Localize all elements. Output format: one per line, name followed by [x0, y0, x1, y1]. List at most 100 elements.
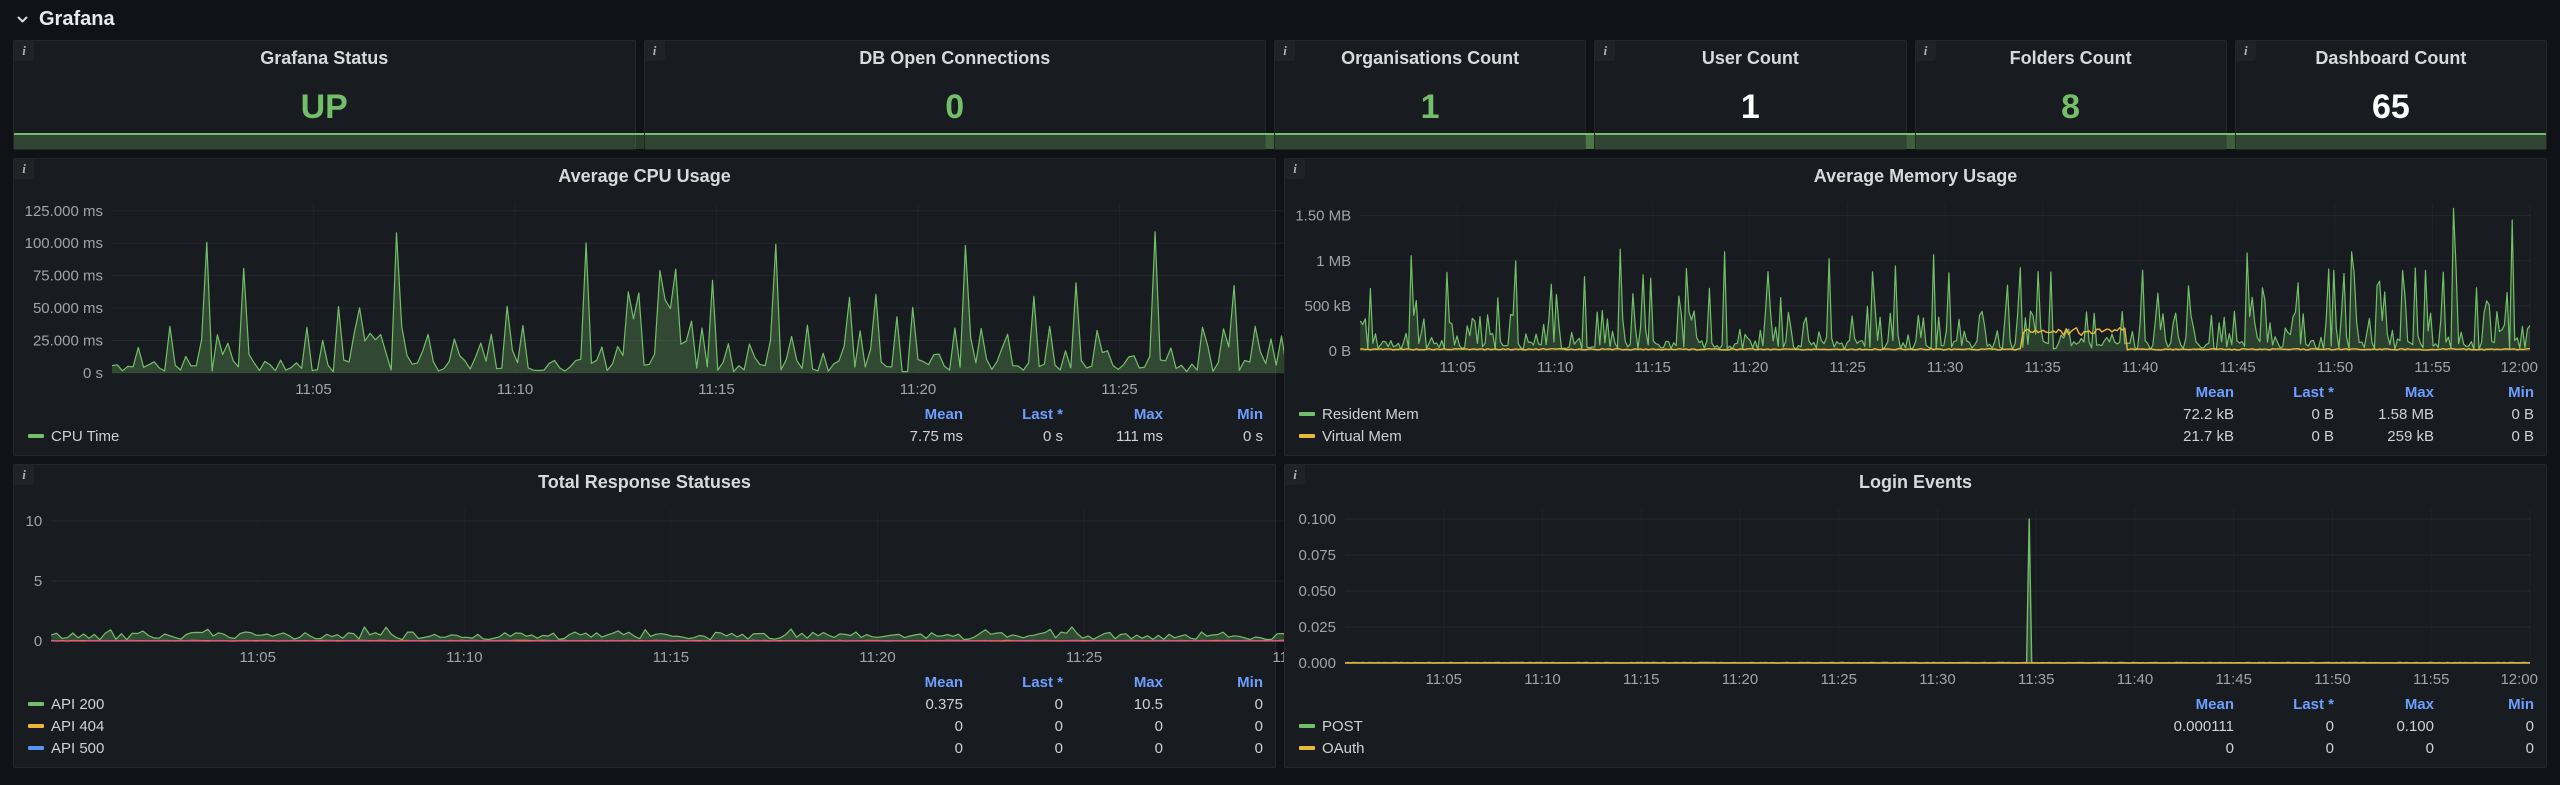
- legend-series-oauth[interactable]: OAuth: [1299, 740, 2134, 757]
- panel-info-icon[interactable]: i: [1285, 465, 1305, 485]
- panel-chart-total-response-statuses: iTotal Response Statuses051011:0511:1011…: [13, 464, 1276, 768]
- legend-series-name: POST: [1322, 718, 1363, 735]
- legend-stat-value: 0.100: [2334, 718, 2434, 735]
- legend-series-name: API 500: [51, 740, 104, 757]
- stat-body: 0: [645, 75, 1266, 149]
- legend-sort-max[interactable]: Max: [1063, 674, 1163, 691]
- legend-series-name: Virtual Mem: [1322, 428, 1402, 445]
- legend-series-cpu-time[interactable]: CPU Time: [28, 428, 863, 445]
- panel-info-icon[interactable]: i: [1916, 41, 1936, 61]
- panel-title-chart-total-response-statuses[interactable]: Total Response Statuses: [538, 472, 751, 493]
- svg-text:11:40: 11:40: [2117, 671, 2153, 688]
- legend-series-api-404[interactable]: API 404: [28, 718, 863, 735]
- svg-text:11:40: 11:40: [2122, 359, 2158, 376]
- panel-title-stat-organisations-count[interactable]: Organisations Count: [1341, 48, 1519, 69]
- svg-text:11:15: 11:15: [653, 649, 689, 666]
- chart-plot-login-events[interactable]: 0.0000.0250.0500.0750.10011:0511:1011:15…: [1285, 499, 2546, 693]
- panel-header: DB Open Connections: [645, 41, 1266, 75]
- legend-sort-last[interactable]: Last *: [2234, 696, 2334, 713]
- panel-header: Total Response Statuses: [14, 465, 1275, 499]
- legend-stat-value: 0.375: [863, 696, 963, 713]
- panel-header: Folders Count: [1916, 41, 2226, 75]
- legend-stat-value: 0 B: [2434, 406, 2534, 423]
- chart-body-login-events: 0.0000.0250.0500.0750.10011:0511:1011:15…: [1285, 499, 2546, 693]
- panel-info-icon[interactable]: i: [14, 41, 34, 61]
- svg-text:12:00: 12:00: [2500, 671, 2538, 688]
- chevron-down-icon: [15, 12, 30, 27]
- legend-series-name: CPU Time: [51, 428, 119, 445]
- legend-sort-max[interactable]: Max: [2334, 384, 2434, 401]
- stat-body: 65: [2236, 75, 2546, 149]
- svg-text:5: 5: [34, 573, 42, 590]
- svg-text:100.000 ms: 100.000 ms: [25, 235, 103, 252]
- legend-stat-value: 0 B: [2434, 428, 2534, 445]
- panel-info-icon[interactable]: i: [1595, 41, 1615, 61]
- legend-header-row: MeanLast *MaxMin: [28, 403, 1263, 425]
- legend-stat-value: 0: [1163, 696, 1263, 713]
- chart-plot-avg-memory-usage[interactable]: 0 B500 kB1 MB1.50 MB11:0511:1011:1511:20…: [1285, 193, 2546, 381]
- legend-stat-value: 0: [2334, 740, 2434, 757]
- dashboard-row-header[interactable]: Grafana: [13, 6, 2547, 32]
- panel-info-icon[interactable]: i: [14, 465, 34, 485]
- svg-text:11:05: 11:05: [1439, 359, 1475, 376]
- legend-sort-mean[interactable]: Mean: [2134, 384, 2234, 401]
- svg-text:11:05: 11:05: [295, 381, 331, 398]
- svg-text:11:25: 11:25: [1829, 359, 1865, 376]
- svg-text:25.000 ms: 25.000 ms: [33, 333, 103, 350]
- legend-sort-last[interactable]: Last *: [963, 406, 1063, 423]
- svg-text:11:50: 11:50: [2317, 359, 2353, 376]
- panel-header: Dashboard Count: [2236, 41, 2546, 75]
- legend-header-row: MeanLast *MaxMin: [1299, 381, 2534, 403]
- panel-title-stat-grafana-status[interactable]: Grafana Status: [260, 48, 388, 69]
- panel-title-stat-user-count[interactable]: User Count: [1702, 48, 1799, 69]
- panel-header: User Count: [1595, 41, 1905, 75]
- panel-title-stat-db-open-connections[interactable]: DB Open Connections: [859, 48, 1050, 69]
- panel-title-chart-avg-memory-usage[interactable]: Average Memory Usage: [1814, 166, 2017, 187]
- stat-body: 1: [1275, 75, 1585, 149]
- legend-swatch-icon: [28, 702, 44, 706]
- panel-title-chart-avg-cpu-usage[interactable]: Average CPU Usage: [558, 166, 730, 187]
- legend-sort-max[interactable]: Max: [1063, 406, 1163, 423]
- legend-swatch-icon: [28, 724, 44, 728]
- svg-text:11:10: 11:10: [1524, 671, 1560, 688]
- panel-title-stat-dashboard-count[interactable]: Dashboard Count: [2315, 48, 2466, 69]
- legend-sort-min[interactable]: Min: [2434, 696, 2534, 713]
- panel-info-icon[interactable]: i: [1275, 41, 1295, 61]
- legend-series-virtual-mem[interactable]: Virtual Mem: [1299, 428, 2134, 445]
- legend-sort-mean[interactable]: Mean: [863, 406, 963, 423]
- legend-sort-min[interactable]: Min: [2434, 384, 2534, 401]
- panel-title-stat-folders-count[interactable]: Folders Count: [2010, 48, 2132, 69]
- legend-stat-value: 0: [2234, 740, 2334, 757]
- legend-sort-mean[interactable]: Mean: [863, 674, 963, 691]
- panel-info-icon[interactable]: i: [645, 41, 665, 61]
- panel-stat-grafana-status: iGrafana StatusUP: [13, 40, 636, 150]
- legend-swatch-icon: [1299, 434, 1315, 438]
- svg-text:11:20: 11:20: [900, 381, 936, 398]
- panel-info-icon[interactable]: i: [14, 159, 34, 179]
- legend-sort-min[interactable]: Min: [1163, 674, 1263, 691]
- panel-info-icon[interactable]: i: [2236, 41, 2256, 61]
- legend-row-api-404: API 4040000: [28, 715, 1263, 737]
- legend-series-api-500[interactable]: API 500: [28, 740, 863, 757]
- legend-header-row: MeanLast *MaxMin: [28, 671, 1263, 693]
- panel-stat-organisations-count: i Organisations Count 1: [1274, 40, 1586, 150]
- svg-text:12:00: 12:00: [2500, 359, 2538, 376]
- legend-sort-mean[interactable]: Mean: [2134, 696, 2234, 713]
- svg-text:11:45: 11:45: [2219, 359, 2255, 376]
- stat-sparkline: [2236, 75, 2546, 149]
- legend-sort-last[interactable]: Last *: [2234, 384, 2334, 401]
- legend-series-post[interactable]: POST: [1299, 718, 2134, 735]
- legend-series-api-200[interactable]: API 200: [28, 696, 863, 713]
- legend-series-name: API 404: [51, 718, 104, 735]
- svg-text:10: 10: [26, 513, 43, 530]
- stat-body: 1: [1595, 75, 1905, 149]
- legend-stat-value: 259 kB: [2334, 428, 2434, 445]
- panel-title-chart-login-events[interactable]: Login Events: [1859, 472, 1972, 493]
- panel-info-icon[interactable]: i: [1285, 159, 1305, 179]
- legend-sort-min[interactable]: Min: [1163, 406, 1263, 423]
- svg-text:11:25: 11:25: [1101, 381, 1137, 398]
- legend-series-resident-mem[interactable]: Resident Mem: [1299, 406, 2134, 423]
- legend-sort-last[interactable]: Last *: [963, 674, 1063, 691]
- legend-sort-max[interactable]: Max: [2334, 696, 2434, 713]
- row-title: Grafana: [39, 8, 115, 31]
